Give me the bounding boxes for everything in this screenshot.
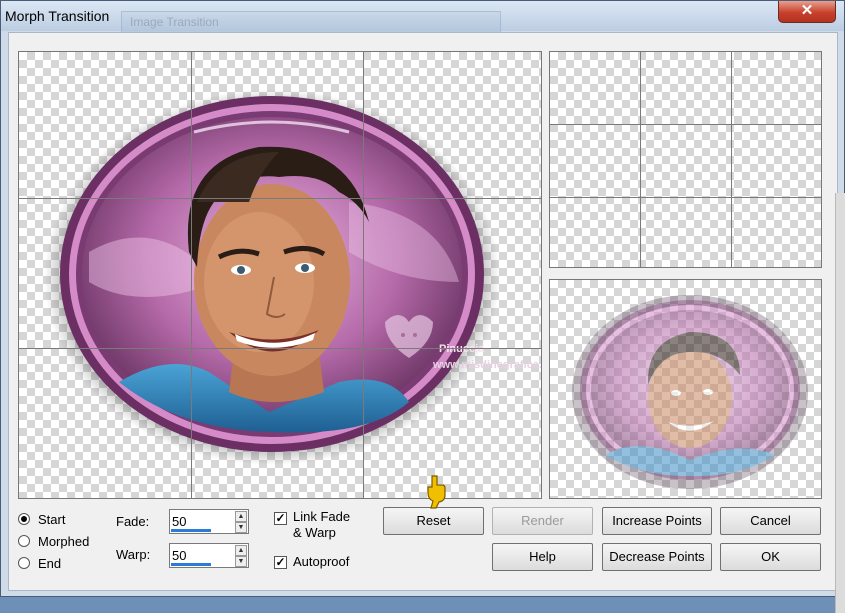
grid-line <box>550 197 821 198</box>
morphed-image <box>572 295 808 489</box>
radio-end-indicator[interactable] <box>18 557 30 569</box>
fade-up-arrow-icon[interactable]: ▲ <box>235 511 247 522</box>
grid-line <box>19 198 541 199</box>
radio-start-indicator[interactable] <box>18 513 30 525</box>
fade-value-underline <box>171 529 211 532</box>
grid-line <box>19 348 541 349</box>
end-frame-preview[interactable] <box>549 51 822 268</box>
radio-morphed[interactable]: Morphed <box>18 531 89 551</box>
decrease-points-button[interactable]: Decrease Points <box>602 543 712 571</box>
warp-label: Warp: <box>116 547 151 562</box>
watermark-url: www.misdinegrafica.eu <box>432 359 542 371</box>
morphed-result-preview <box>549 279 822 499</box>
background-window-tab: Image Transition <box>121 11 501 33</box>
fade-spinner[interactable]: 50 ▲ ▼ <box>169 509 249 534</box>
morph-transition-dialog: Image Transition Morph Transition ✕ Pinu… <box>0 0 845 613</box>
link-fade-warp-label-line1: Link Fade <box>293 509 351 524</box>
radio-end-label: End <box>38 555 62 571</box>
grid-line <box>640 52 641 267</box>
reset-button[interactable]: Reset <box>383 507 484 535</box>
grid-line <box>363 52 364 498</box>
warp-value-underline <box>171 563 211 566</box>
warp-spinner[interactable]: 50 ▲ ▼ <box>169 543 249 568</box>
grid-line <box>731 52 732 267</box>
warp-down-arrow-icon[interactable]: ▼ <box>235 556 247 567</box>
cancel-button[interactable]: Cancel <box>720 507 821 535</box>
dialog-client-area: Pinuccia www.misdinegrafica.eu Start Mor… <box>8 32 845 613</box>
title-bar[interactable]: Image Transition Morph Transition ✕ <box>1 1 844 33</box>
radio-end[interactable]: End <box>18 553 61 573</box>
ok-button[interactable]: OK <box>720 543 821 571</box>
grid-line <box>550 124 821 125</box>
window-edge-scrollbar <box>835 193 845 613</box>
link-fade-warp-checkbox[interactable]: ✓ <box>274 512 287 525</box>
grid-line <box>191 52 192 498</box>
radio-start-label: Start <box>38 511 66 527</box>
help-button[interactable]: Help <box>492 543 593 571</box>
autoproof-label: Autoproof <box>293 554 350 569</box>
warp-up-arrow-icon[interactable]: ▲ <box>235 545 247 556</box>
radio-morphed-label: Morphed <box>38 533 90 549</box>
warp-value[interactable]: 50 <box>172 548 186 563</box>
fade-value[interactable]: 50 <box>172 514 186 529</box>
autoproof-checkbox[interactable]: ✓ <box>274 556 287 569</box>
background-window-title: Image Transition <box>130 15 219 29</box>
watermark-name: Pinuccia <box>439 343 485 355</box>
start-frame-preview[interactable]: Pinuccia www.misdinegrafica.eu <box>18 51 542 499</box>
fade-down-arrow-icon[interactable]: ▼ <box>235 522 247 533</box>
radio-morphed-indicator[interactable] <box>18 535 30 547</box>
hand-pointer-icon <box>427 475 446 509</box>
start-image: Pinuccia www.misdinegrafica.eu <box>44 89 542 465</box>
fade-label: Fade: <box>116 514 150 529</box>
radio-start[interactable]: Start <box>18 509 65 529</box>
window-title: Morph Transition <box>5 8 110 24</box>
render-button[interactable]: Render <box>492 507 593 535</box>
close-button[interactable]: ✕ <box>778 1 836 23</box>
link-fade-warp-label-line2: & Warp <box>293 525 336 540</box>
increase-points-button[interactable]: Increase Points <box>602 507 712 535</box>
